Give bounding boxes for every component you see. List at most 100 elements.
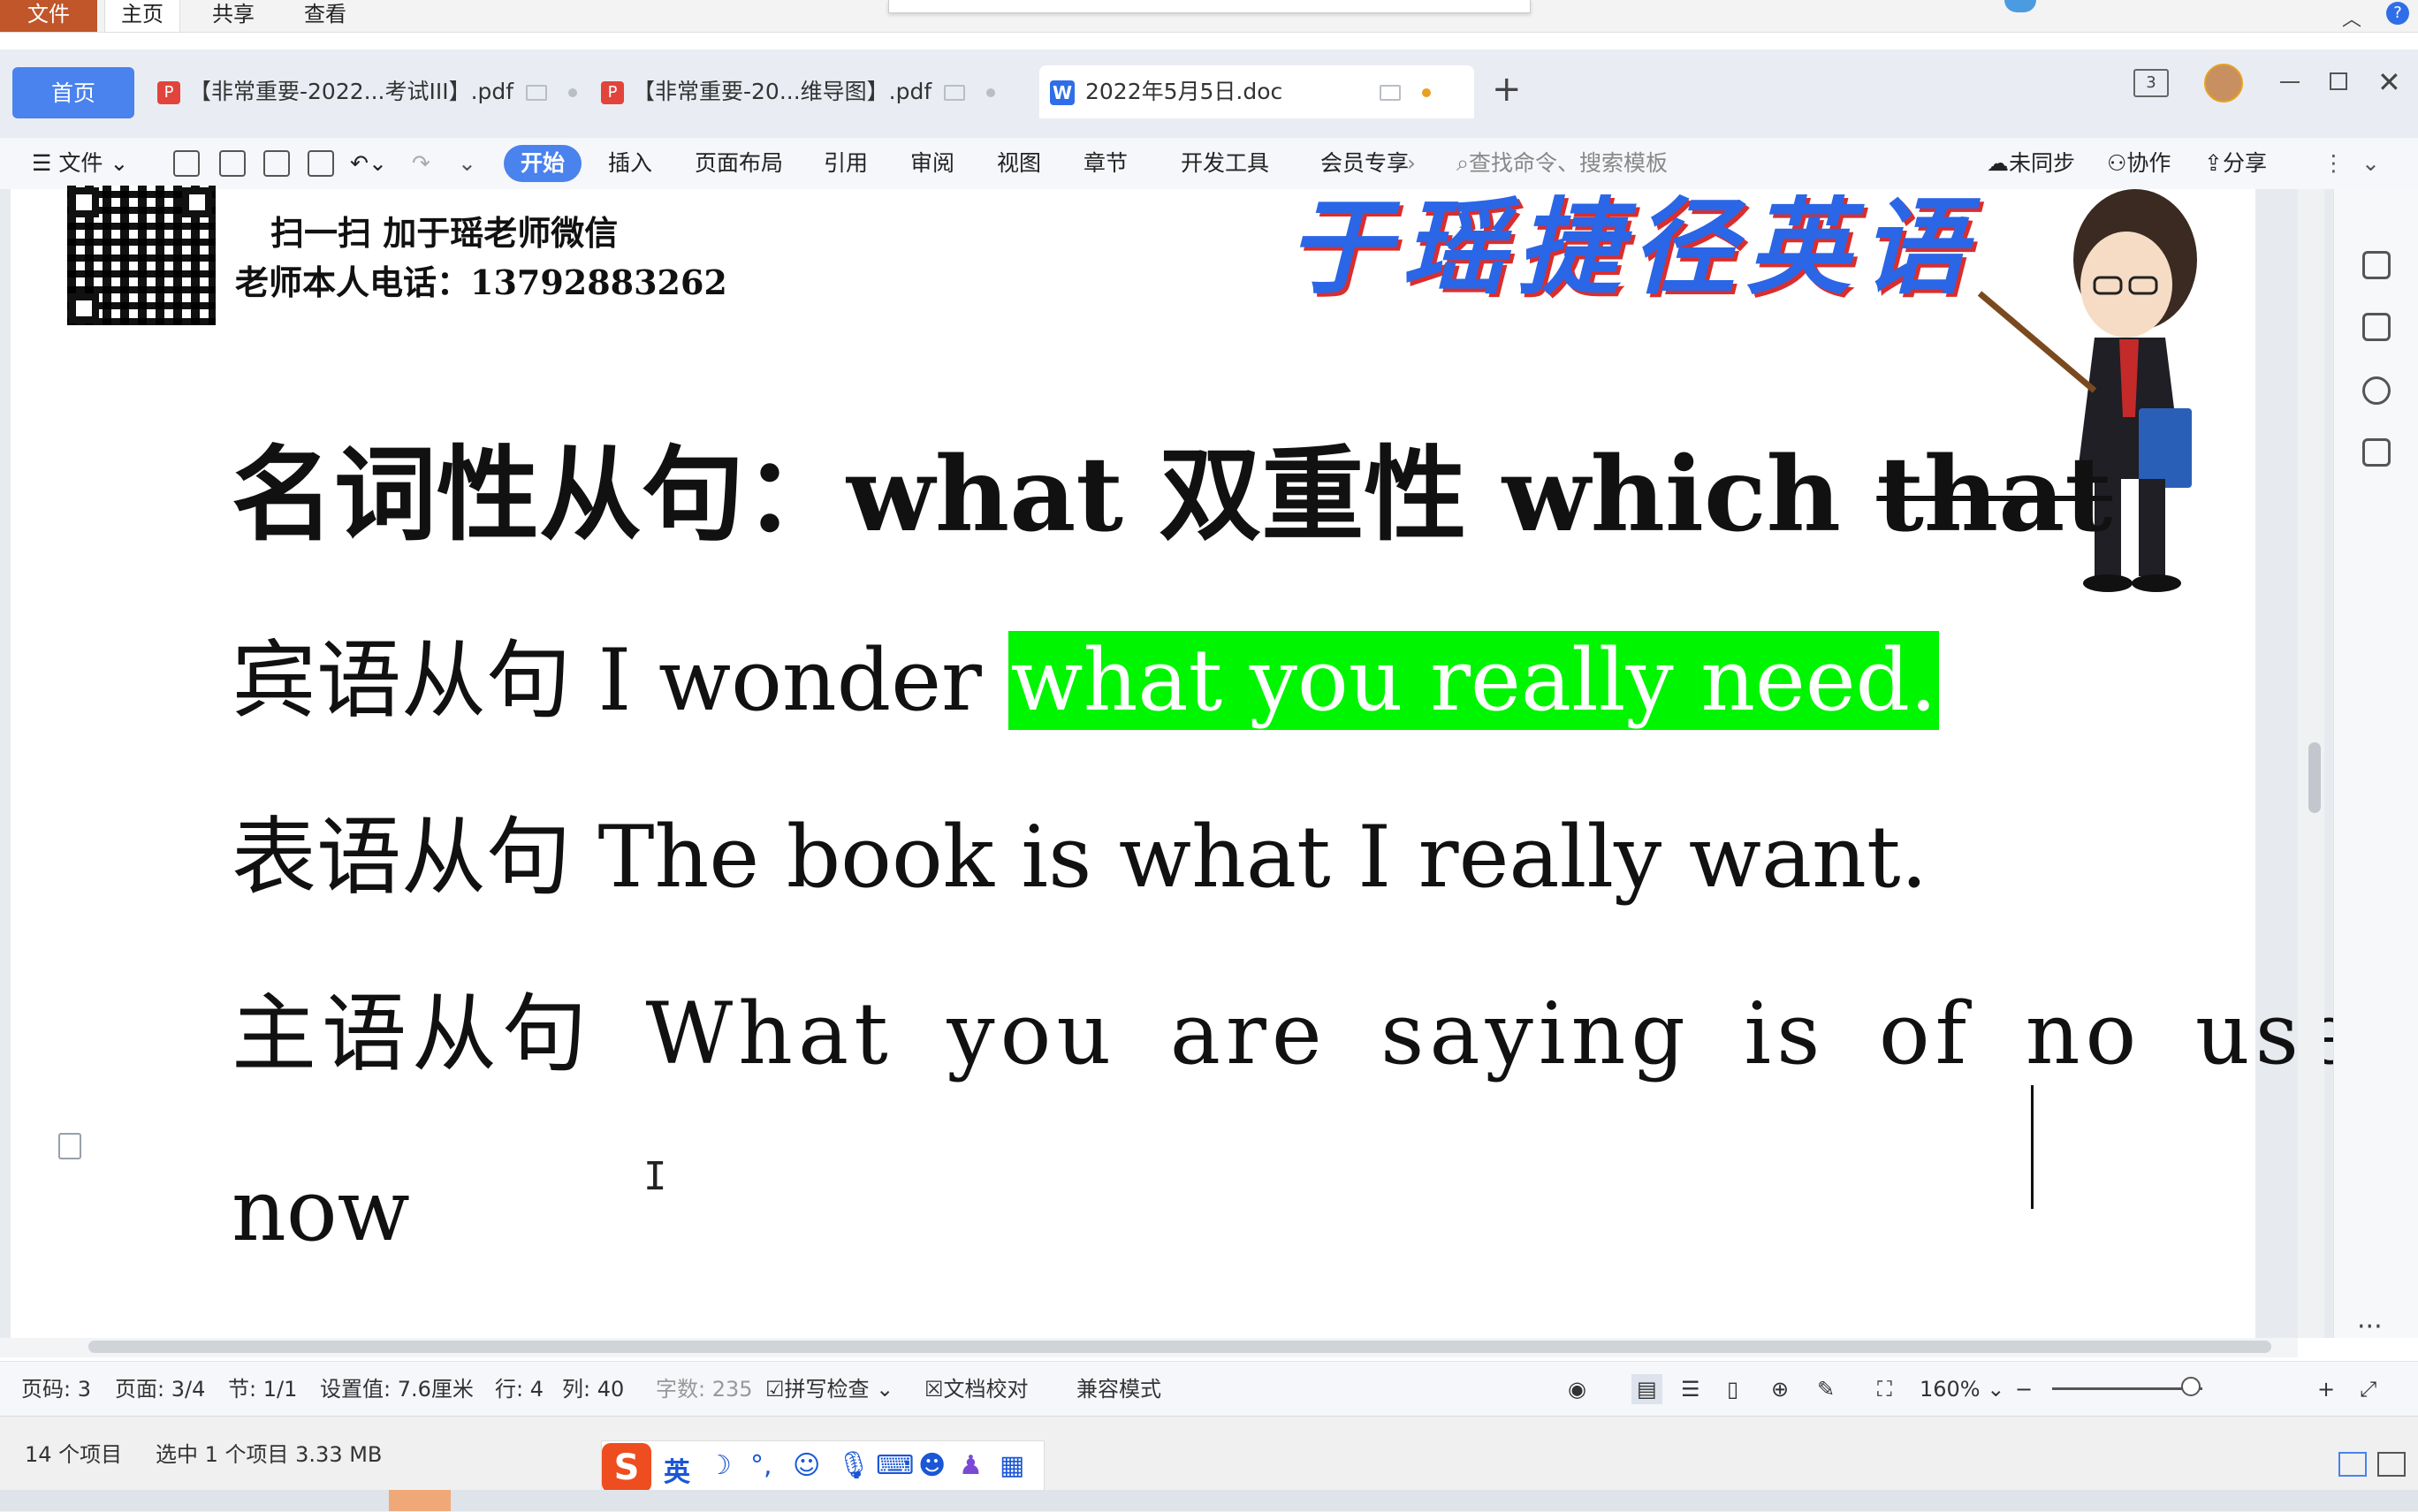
read-view-icon[interactable]: ▯ bbox=[1727, 1374, 1738, 1404]
preview-icon[interactable] bbox=[308, 150, 334, 177]
select-cursor-icon[interactable] bbox=[2362, 313, 2391, 341]
unsaved-dot-icon[interactable] bbox=[1422, 88, 1432, 97]
punctuation-icon[interactable]: °, bbox=[750, 1450, 772, 1481]
user-icon[interactable]: ☻ bbox=[918, 1450, 946, 1481]
large-icons-view-icon[interactable] bbox=[2377, 1452, 2406, 1477]
zoom-level[interactable]: 160% ⌄ bbox=[1920, 1374, 2004, 1404]
status-word-count[interactable]: 字数: 235 bbox=[656, 1374, 753, 1404]
close-dot-icon[interactable] bbox=[986, 88, 996, 97]
vertical-scroll-thumb[interactable] bbox=[2308, 742, 2321, 813]
ime-language-toggle[interactable]: 英 bbox=[664, 1450, 690, 1489]
windows-taskbar bbox=[0, 1490, 2418, 1511]
tab-home[interactable]: 首页 bbox=[12, 67, 134, 118]
file-menu-label: 文件 bbox=[58, 150, 103, 176]
share-button[interactable]: ⇪分享 bbox=[2204, 145, 2267, 182]
undo-icon[interactable]: ↶⌄ bbox=[350, 145, 387, 182]
ribbon-tab-chapter[interactable]: 章节 bbox=[1084, 145, 1128, 182]
ribbon-tab-member[interactable]: 会员专享 bbox=[1320, 145, 1409, 182]
print-icon[interactable] bbox=[263, 150, 290, 177]
status-section[interactable]: 节: 1/1 bbox=[228, 1374, 297, 1404]
tab-pdf-1[interactable]: P 【非常重要-2022...考试III】.pdf bbox=[150, 65, 582, 118]
paragraph-marker-icon[interactable] bbox=[58, 1133, 81, 1159]
ribbon-tab-start[interactable]: 开始 bbox=[504, 145, 582, 182]
zoom-in-icon[interactable]: + bbox=[2317, 1374, 2335, 1404]
tab-pdf-2[interactable]: P 【非常重要-20...维导图】.pdf bbox=[594, 65, 1025, 118]
page-view-icon[interactable]: ▤ bbox=[1631, 1374, 1662, 1404]
collapse-ribbon-icon[interactable]: ︿ bbox=[2342, 4, 2361, 32]
toolbox-icon[interactable]: ▦ bbox=[1000, 1450, 1024, 1481]
export-icon[interactable] bbox=[219, 150, 246, 177]
status-page[interactable]: 页面: 3/4 bbox=[115, 1374, 205, 1404]
file-menu[interactable]: ☰ 文件 ⌄ bbox=[32, 145, 128, 182]
new-tab-button[interactable]: + bbox=[1492, 69, 1522, 110]
ribbon-tab-view[interactable]: 视图 bbox=[997, 145, 1041, 182]
more-dots-icon[interactable]: ··· bbox=[2357, 1311, 2383, 1342]
web-view-icon[interactable]: ⊕ bbox=[1771, 1374, 1789, 1404]
doc-line-subject-continued[interactable]: now bbox=[232, 1149, 410, 1273]
emoji-icon[interactable]: ☺ bbox=[793, 1450, 820, 1481]
qr-code bbox=[67, 186, 216, 325]
taskbar-app-button[interactable] bbox=[389, 1490, 451, 1511]
doc-title-line[interactable]: 名词性从句：what 双重性 which that bbox=[232, 433, 2112, 557]
keyboard-icon[interactable]: ⌨ bbox=[876, 1450, 914, 1481]
pdf-icon: P bbox=[157, 81, 180, 104]
minimize-icon[interactable] bbox=[2280, 81, 2300, 83]
maximize-icon[interactable] bbox=[2330, 72, 2347, 90]
collapse-toolbar-icon[interactable]: ⌄ bbox=[2361, 145, 2380, 182]
fullscreen-icon[interactable]: ⤢ bbox=[2360, 1374, 2376, 1404]
voice-input-icon[interactable]: 🎙 bbox=[837, 1450, 871, 1481]
avatar[interactable] bbox=[2204, 64, 2243, 103]
help-circle-icon[interactable] bbox=[2362, 376, 2391, 405]
tab-doc-label: 2022年5月5日.doc bbox=[1085, 79, 1283, 104]
status-row[interactable]: 行: 4 bbox=[495, 1374, 544, 1404]
compat-mode-label: 兼容模式 bbox=[1076, 1377, 1161, 1402]
details-view-icon[interactable] bbox=[2338, 1452, 2367, 1477]
outline-view-icon[interactable]: ☰ bbox=[1681, 1374, 1700, 1404]
more-options-icon[interactable]: ⋮ bbox=[2323, 145, 2345, 182]
doc-line-predicative-clause[interactable]: 表语从句 The book is what I really want. bbox=[232, 795, 1928, 919]
fit-page-icon[interactable]: ⛶ bbox=[1877, 1374, 1892, 1404]
zoom-slider-track[interactable] bbox=[2052, 1387, 2202, 1390]
ribbon-tab-developer[interactable]: 开发工具 bbox=[1181, 145, 1269, 182]
sogou-logo-icon[interactable]: S bbox=[602, 1443, 651, 1493]
collab-label: 协作 bbox=[2126, 150, 2171, 176]
ribbon-tab-insert[interactable]: 插入 bbox=[608, 145, 652, 182]
status-col[interactable]: 列: 40 bbox=[562, 1374, 624, 1404]
skin-icon[interactable]: ♟ bbox=[959, 1450, 983, 1481]
eye-protect-icon[interactable]: ◉ bbox=[1568, 1374, 1586, 1404]
explorer-tab-home[interactable]: 主页 bbox=[104, 0, 180, 33]
zoom-level-value: 160% bbox=[1920, 1377, 1981, 1402]
close-icon[interactable]: ✕ bbox=[2377, 65, 2401, 99]
horizontal-scroll-thumb[interactable] bbox=[88, 1341, 2271, 1353]
write-view-icon[interactable]: ✎ bbox=[1817, 1374, 1835, 1404]
window-count-icon[interactable]: 3 bbox=[2133, 69, 2169, 97]
status-page-code[interactable]: 页码: 3 bbox=[21, 1374, 91, 1404]
doc-title-strikethrough: that bbox=[1876, 435, 2112, 555]
tab-doc-active[interactable]: W 2022年5月5日.doc bbox=[1039, 65, 1474, 118]
more-tabs-icon[interactable]: › bbox=[1407, 145, 1416, 182]
ribbon-tab-review[interactable]: 审阅 bbox=[910, 145, 954, 182]
settings-sliders-icon[interactable] bbox=[2362, 438, 2391, 467]
doc-line-subject-clause[interactable]: 主语从句 What you are saying is of no use bbox=[232, 972, 2360, 1096]
zoom-slider-knob[interactable] bbox=[2181, 1377, 2201, 1396]
explorer-tab-file[interactable]: 文件 bbox=[0, 0, 97, 32]
more-quick-icon[interactable]: ⌄ bbox=[458, 145, 476, 182]
save-icon[interactable] bbox=[173, 150, 200, 177]
half-width-icon[interactable]: ☽ bbox=[708, 1450, 732, 1481]
zoom-out-icon[interactable]: − bbox=[2015, 1374, 2033, 1404]
ribbon-tab-layout[interactable]: 页面布局 bbox=[695, 145, 783, 182]
pen-icon[interactable] bbox=[2362, 251, 2391, 279]
explorer-tab-share[interactable]: 共享 bbox=[196, 0, 270, 32]
ribbon-tab-references[interactable]: 引用 bbox=[824, 145, 868, 182]
close-dot-icon[interactable] bbox=[568, 88, 578, 97]
doc-proof-button[interactable]: ☒文档校对 bbox=[924, 1374, 1029, 1404]
explorer-tab-view[interactable]: 查看 bbox=[288, 0, 362, 32]
sync-button[interactable]: ☁未同步 bbox=[1987, 145, 2075, 182]
doc-line-object-clause[interactable]: 宾语从句 I wonder what you really need. bbox=[232, 619, 1939, 742]
spell-check-button[interactable]: ☑拼写检查 ⌄ bbox=[765, 1374, 893, 1404]
collab-button[interactable]: ⚇协作 bbox=[2107, 145, 2171, 182]
redo-icon[interactable]: ↷ bbox=[412, 145, 430, 182]
status-setting[interactable]: 设置值: 7.6厘米 bbox=[320, 1374, 474, 1404]
help-icon[interactable]: ? bbox=[2386, 2, 2409, 25]
search-box[interactable]: ⌕查找命令、搜索模板 bbox=[1456, 145, 1668, 182]
